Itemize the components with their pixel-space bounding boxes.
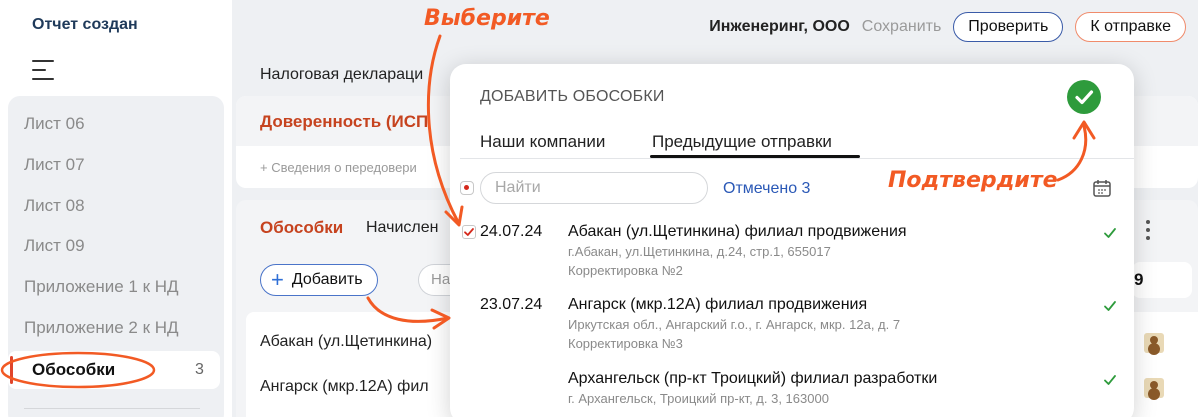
send-button[interactable]: К отправке [1075,12,1186,42]
entry-correction: Корректировка №2 [568,263,683,278]
entry-address: г. Архангельск, Троицкий пр-кт, д. 3, 16… [568,391,829,406]
trust-details-link[interactable]: + Сведения о передовери [260,160,417,175]
sidebar-item-subdivisions[interactable]: Обособки [32,360,115,380]
header-actions: Инженеринг, ООО Сохранить Проверить К от… [709,12,1186,42]
checkmark-icon [1075,90,1094,105]
divider [24,408,200,409]
row-checkbox[interactable] [462,225,476,239]
entry-address: Иркутская обл., Ангарский г.о., г. Ангар… [568,317,901,332]
check-button[interactable]: Проверить [953,12,1064,42]
page-title: Налоговая деклараци [260,66,424,83]
list-item[interactable]: Ангарск (мкр.12А) фил [260,378,429,396]
sidebar: Отчет создан Лист 06 Лист 07 Лист 08 Лис… [0,0,232,417]
tab-our-companies[interactable]: Наши компании [480,132,605,152]
subdivisions-title: Обособки [260,218,344,237]
org-name[interactable]: Инженеринг, ООО [709,18,850,36]
search-input[interactable] [480,172,708,204]
add-button-label: Добавить [291,271,363,288]
entry-address: г.Абакан, ул.Щетинкина, д.24, стр.1, 655… [568,244,831,259]
sidebar-item-appendix-1[interactable]: Приложение 1 к НД [24,277,179,297]
tab-previous-submissions[interactable]: Предыдущие отправки [652,132,832,152]
add-subdivisions-dialog: ДОБАВИТЬ ОБОСОБКИ Наши компании Предыдущ… [450,64,1134,417]
marked-count-link[interactable]: Отмечено 3 [723,180,810,198]
calendar-icon[interactable] [1092,178,1112,198]
add-button[interactable]: + Добавить [260,264,378,296]
annotation-select: Выберите [424,6,550,31]
sidebar-item-sheet-09[interactable]: Лист 09 [24,236,85,256]
entry-name[interactable]: Ангарск (мкр.12А) филиал продвижения [568,296,867,314]
charged-label: Начислен [366,219,439,236]
confirm-button[interactable] [1067,80,1101,114]
save-button[interactable]: Сохранить [862,18,942,36]
dialog-title: ДОБАВИТЬ ОБОСОБКИ [480,88,665,105]
checkmark-icon [1104,375,1116,385]
divider [460,158,1134,159]
trust-title[interactable]: Доверенность (ИСП [260,112,428,132]
sidebar-item-sheet-08[interactable]: Лист 08 [24,196,85,216]
entry-date: 23.07.24 [480,296,543,313]
annotation-confirm: Подтвердите [888,168,1058,193]
hamburger-icon[interactable] [32,60,56,80]
sidebar-item-appendix-2[interactable]: Приложение 2 к НД [24,318,179,338]
entry-name[interactable]: Архангельск (пр-кт Троицкий) филиал разр… [568,370,937,388]
entry-name[interactable]: Абакан (ул.Щетинкина) филиал продвижения [568,223,907,241]
checkmark-icon [1104,228,1116,238]
entry-correction: Корректировка №3 [568,336,683,351]
checkmark-icon [1104,301,1116,311]
report-status: Отчет создан [32,16,138,33]
count-value: 9 [1134,270,1144,289]
list-item[interactable]: Абакан (ул.Щетинкина) [260,333,432,351]
plus-icon: + [271,267,284,292]
checkmark-icon [464,228,474,236]
sidebar-item-sheet-07[interactable]: Лист 07 [24,155,85,175]
sidebar-item-sheet-06[interactable]: Лист 06 [24,114,85,134]
entry-date: 24.07.24 [480,223,543,240]
sidebar-item-count: 3 [195,361,204,378]
avatar-icon [1144,378,1164,398]
more-vertical-icon[interactable] [1146,220,1152,242]
select-all-checkbox[interactable] [460,181,474,195]
active-indicator [10,356,13,384]
avatar-icon [1144,333,1164,353]
